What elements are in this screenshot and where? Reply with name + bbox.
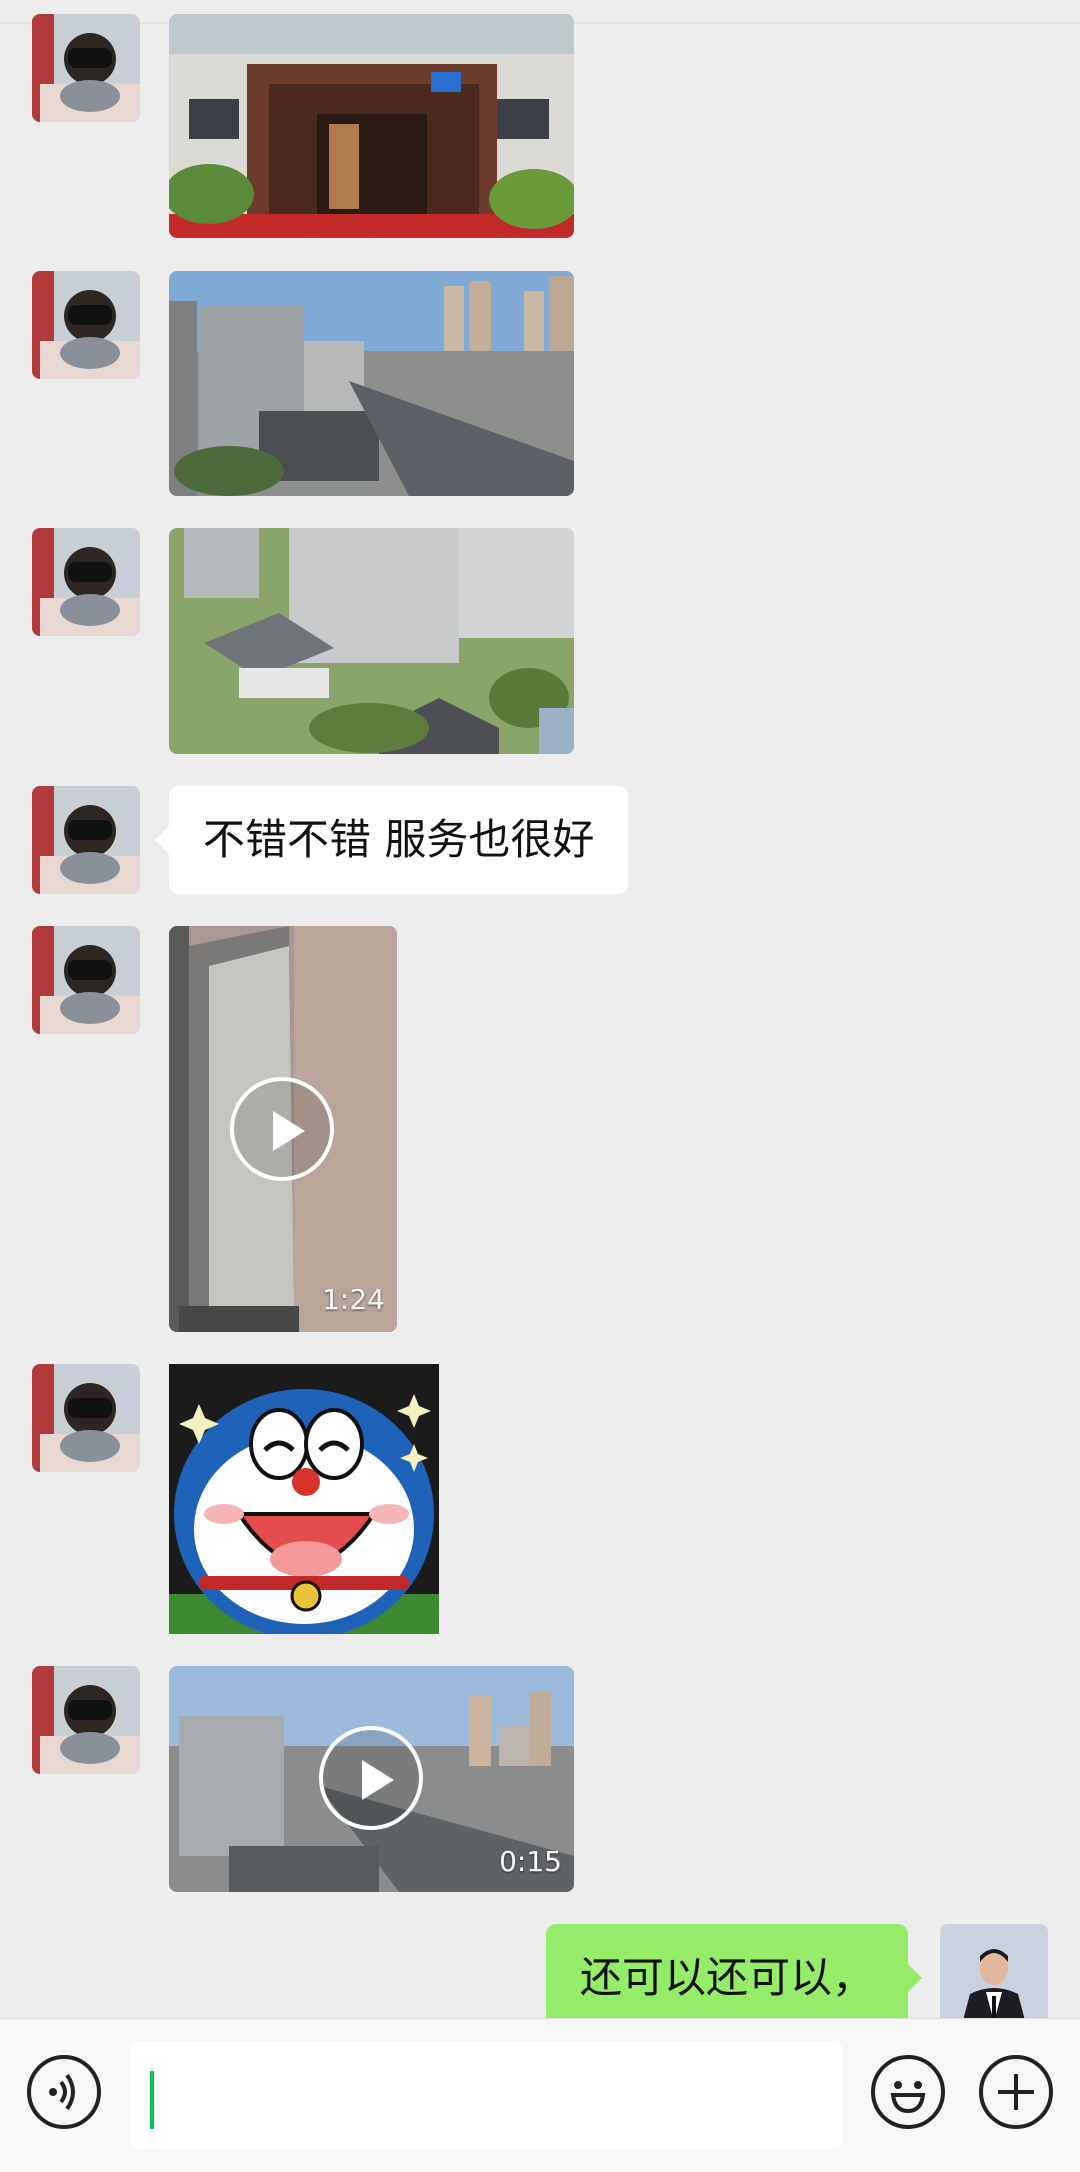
chat-video[interactable]: 0:15 — [169, 1666, 574, 1892]
message-text: 还可以还可以， — [579, 1953, 874, 2002]
my-message-bubble[interactable]: 还可以还可以， — [545, 1924, 923, 2018]
video-duration: 1:24 — [322, 1283, 385, 1316]
plus-icon[interactable] — [979, 2055, 1053, 2129]
message-text: 不错不错 服务也很好 — [203, 815, 595, 864]
contact-avatar[interactable] — [32, 926, 140, 1034]
play-icon[interactable] — [319, 1726, 423, 1830]
video-duration: 0:15 — [499, 1845, 562, 1878]
contact-avatar[interactable] — [32, 786, 140, 894]
chat-image[interactable] — [169, 14, 574, 238]
contact-avatar[interactable] — [32, 528, 140, 636]
message-input[interactable] — [130, 2041, 842, 2149]
sticker-doraemon[interactable] — [169, 1364, 439, 1634]
text-cursor — [150, 2071, 154, 2129]
contact-avatar[interactable] — [32, 1666, 140, 1774]
message-bubble[interactable]: 不错不错 服务也很好 — [154, 786, 629, 894]
contact-avatar[interactable] — [32, 1364, 140, 1472]
voice-icon[interactable] — [27, 2055, 101, 2129]
chat-image[interactable] — [169, 528, 574, 754]
emoji-icon[interactable] — [871, 2055, 945, 2129]
chat-video[interactable]: 1:24 — [169, 926, 397, 1332]
input-bar — [0, 2018, 1080, 2172]
chat-area[interactable]: 不错不错 服务也很好 1:24 0:15 还可以还可以， — [0, 0, 1080, 2018]
play-icon[interactable] — [230, 1077, 334, 1181]
contact-avatar[interactable] — [32, 271, 140, 379]
chat-image[interactable] — [169, 271, 574, 496]
my-avatar[interactable] — [940, 1924, 1048, 2018]
contact-avatar[interactable] — [32, 14, 140, 122]
